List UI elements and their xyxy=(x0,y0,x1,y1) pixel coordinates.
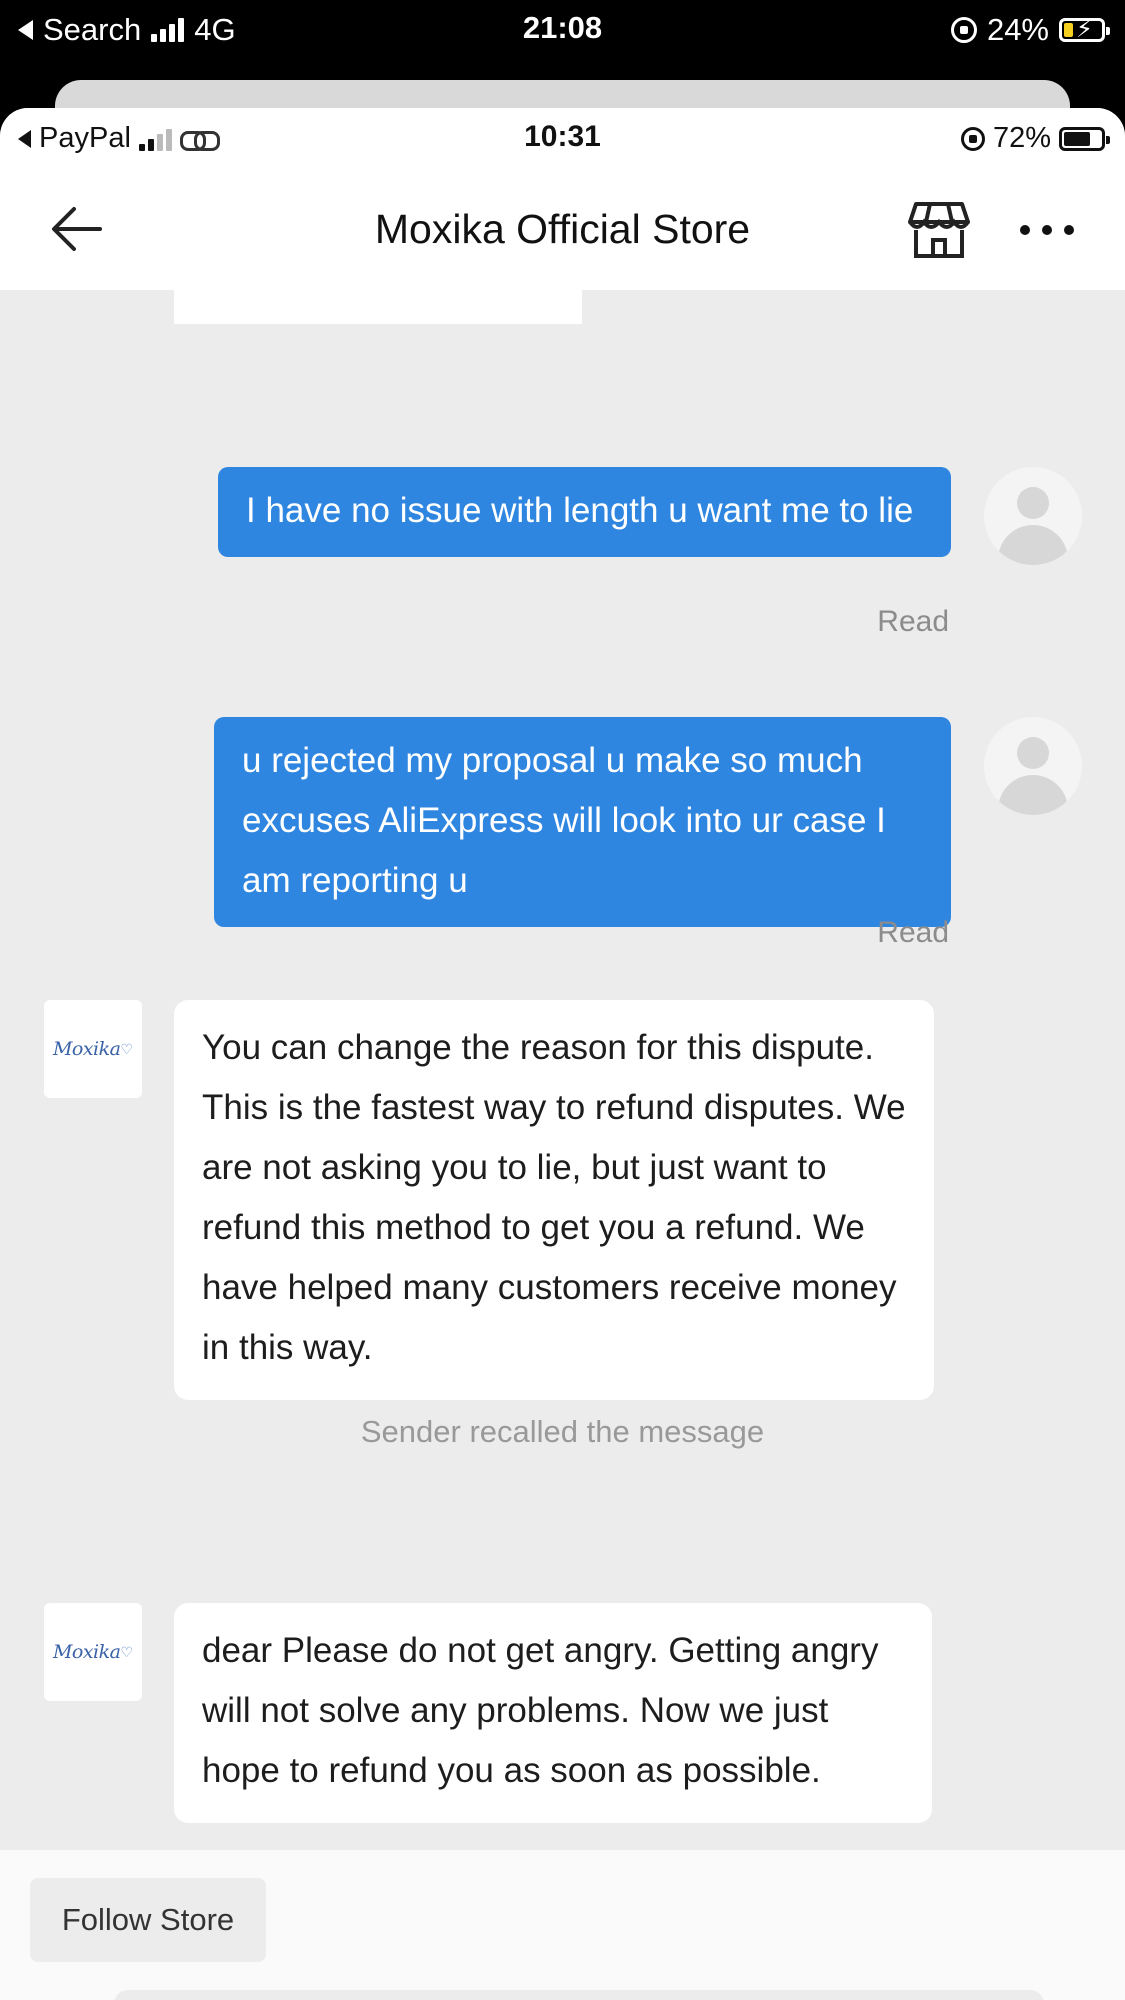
rotation-lock-icon xyxy=(960,126,985,151)
user-avatar[interactable] xyxy=(984,467,1082,565)
incoming-message-bubble[interactable]: dear Please do not get angry. Getting an… xyxy=(174,1603,932,1823)
chat-header: Moxika Official Store xyxy=(0,168,1125,290)
store-logo: Moxika xyxy=(52,1038,121,1060)
outgoing-message-bubble[interactable]: u rejected my proposal u make so much ex… xyxy=(214,717,951,927)
store-avatar[interactable]: Moxika ♡ xyxy=(44,1603,142,1701)
more-dot xyxy=(1042,225,1052,235)
rotation-lock-icon xyxy=(950,17,977,43)
previous-message-card xyxy=(174,290,582,324)
chat-message-list[interactable]: I have no issue with length u want me to… xyxy=(0,290,1125,1823)
read-receipt: Read xyxy=(877,916,949,949)
inner-time: 10:31 xyxy=(524,120,601,153)
bottom-action-bar: Follow Store xyxy=(0,1850,1125,2000)
read-receipt: Read xyxy=(877,605,949,638)
inner-status-bar: PayPal 10:31 72% xyxy=(0,108,1125,168)
store-logo: Moxika xyxy=(52,1641,121,1663)
incoming-message-bubble[interactable]: You can change the reason for this dispu… xyxy=(174,1000,934,1400)
outer-status-bar: Search 4G 21:08 24% ⚡ xyxy=(0,0,1125,60)
store-avatar[interactable]: Moxika ♡ xyxy=(44,1000,142,1098)
message-text: I have no issue with length u want me to… xyxy=(246,491,914,530)
follow-store-button[interactable]: Follow Store xyxy=(30,1878,266,1962)
system-notice: Sender recalled the message xyxy=(360,1414,765,1449)
store-button[interactable] xyxy=(908,200,970,260)
message-text: You can change the reason for this dispu… xyxy=(202,1028,906,1367)
outgoing-message-bubble[interactable]: I have no issue with length u want me to… xyxy=(218,467,951,557)
message-text: u rejected my proposal u make so much ex… xyxy=(242,741,886,900)
storefront-icon xyxy=(908,202,970,258)
more-dot xyxy=(1020,225,1030,235)
user-avatar[interactable] xyxy=(984,717,1082,815)
more-button[interactable] xyxy=(1020,218,1074,242)
battery-icon xyxy=(1059,126,1110,151)
inner-battery-percent: 72% xyxy=(992,122,1051,154)
app-screen: PayPal 10:31 72% Moxika Official Store I… xyxy=(0,108,1125,2000)
message-input-area[interactable] xyxy=(114,1990,1044,2000)
message-text: dear Please do not get angry. Getting an… xyxy=(202,1631,879,1790)
battery-level xyxy=(1064,131,1090,146)
battery-level xyxy=(1064,23,1073,37)
more-dot xyxy=(1064,225,1074,235)
battery-charging-icon: ⚡ xyxy=(1059,17,1110,43)
outer-battery-percent: 24% xyxy=(986,12,1049,47)
